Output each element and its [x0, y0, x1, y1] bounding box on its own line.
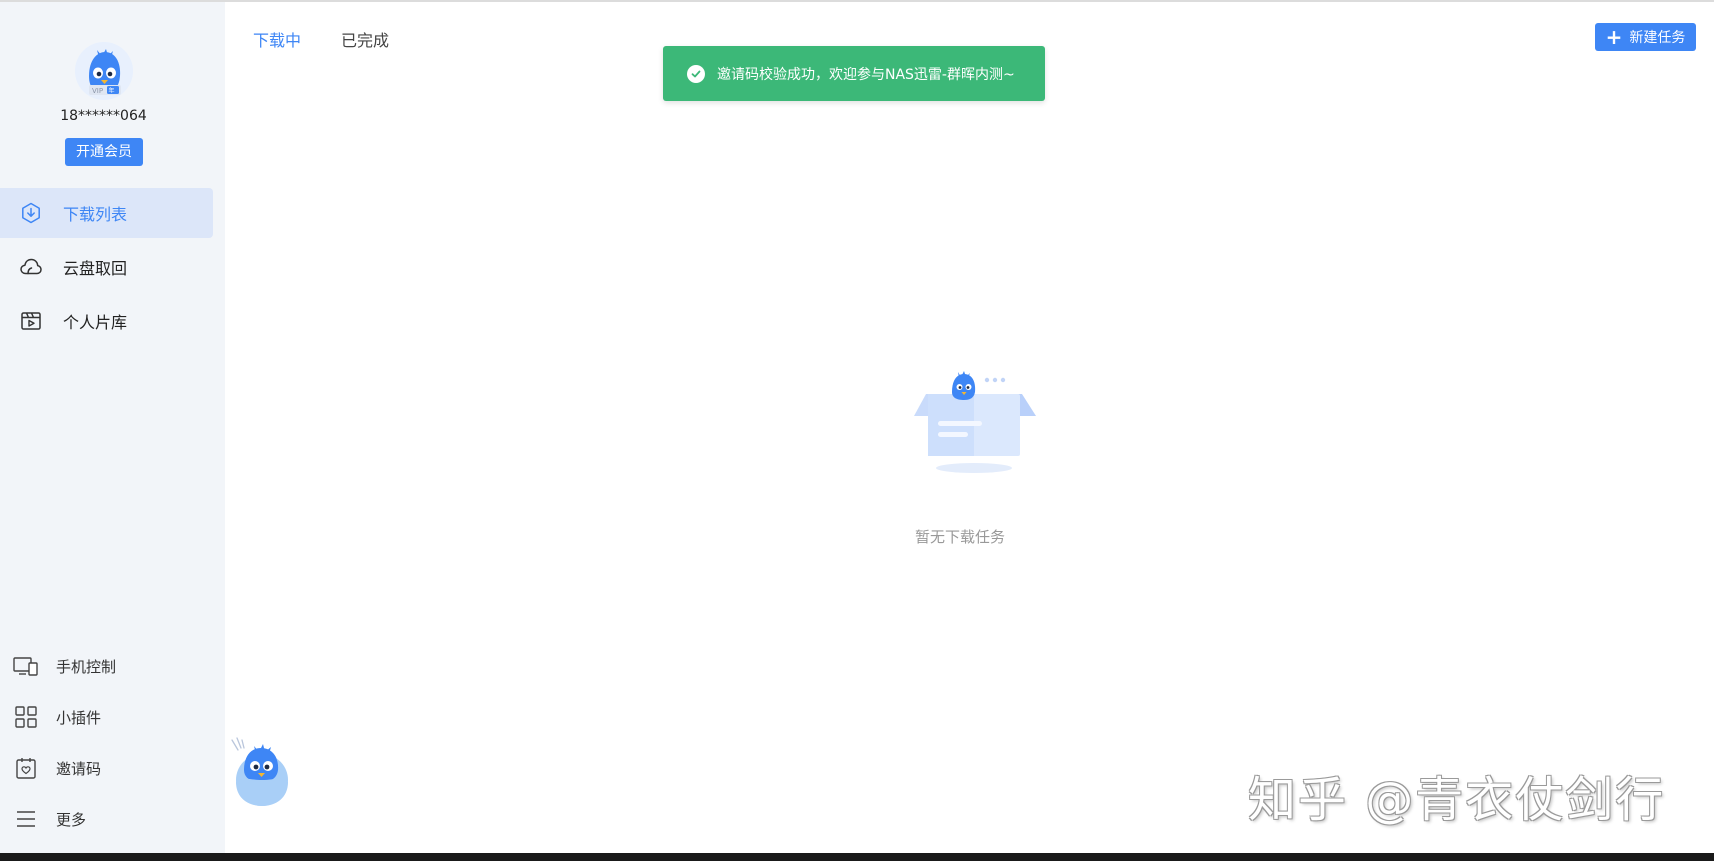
invite-code-icon	[13, 757, 39, 779]
sidebar-item-label: 更多	[56, 810, 87, 829]
phone-control-icon	[13, 655, 39, 677]
check-circle-icon	[687, 64, 705, 83]
mascot-bird-icon[interactable]	[228, 736, 294, 808]
sidebar-item-phone-control[interactable]: 手机控制	[0, 646, 207, 686]
success-toast: 邀请码校验成功，欢迎参与NAS迅雷-群晖内测~	[663, 46, 1045, 101]
sidebar-item-invite-code[interactable]: 邀请码	[0, 748, 207, 788]
new-task-button[interactable]: + 新建任务	[1595, 23, 1696, 51]
taskbar-strip	[0, 853, 1714, 861]
menu-icon	[13, 808, 39, 830]
sidebar-item-widgets[interactable]: 小插件	[0, 697, 207, 737]
tab-downloading[interactable]: 下载中	[253, 27, 301, 51]
open-vip-button[interactable]: 开通会员	[65, 138, 143, 166]
empty-state-text: 暂无下载任务	[914, 528, 1005, 546]
video-library-icon	[19, 309, 43, 333]
avatar[interactable]: VIP 年	[75, 42, 133, 100]
svg-text:年: 年	[109, 87, 115, 95]
window-top-border	[0, 0, 1714, 2]
sidebar-item-label: 小插件	[56, 708, 102, 727]
plus-icon: +	[1605, 25, 1623, 49]
cloud-icon	[19, 255, 43, 279]
sidebar-item-label: 手机控制	[56, 657, 117, 676]
sidebar-item-cloud-retrieve[interactable]: 云盘取回	[0, 242, 213, 292]
sidebar-item-label: 邀请码	[56, 759, 102, 778]
sidebar-item-download-list[interactable]: 下载列表	[0, 188, 213, 238]
toast-message: 邀请码校验成功，欢迎参与NAS迅雷-群晖内测~	[717, 66, 1015, 83]
vip-bird-avatar-icon: VIP 年	[75, 42, 133, 100]
watermark: 知乎 @青衣仗剑行	[1248, 772, 1666, 828]
sidebar-item-label: 个人片库	[63, 313, 128, 332]
sidebar-item-personal-library[interactable]: 个人片库	[0, 296, 213, 346]
download-circle-icon	[19, 201, 43, 225]
sidebar-item-more[interactable]: 更多	[0, 799, 207, 839]
grid-widgets-icon	[13, 706, 39, 728]
user-phone: 18******064	[60, 108, 147, 124]
empty-box-illustration	[914, 371, 1036, 473]
sidebar-item-label: 云盘取回	[63, 259, 128, 278]
sidebar-item-label: 下载列表	[63, 205, 128, 224]
sidebar: VIP 年 18******064 开通会员 下载列表 云盘取回 个人片库 手机…	[0, 2, 225, 853]
tab-completed[interactable]: 已完成	[341, 27, 389, 51]
svg-text:VIP: VIP	[92, 87, 103, 95]
new-task-label: 新建任务	[1629, 30, 1686, 46]
